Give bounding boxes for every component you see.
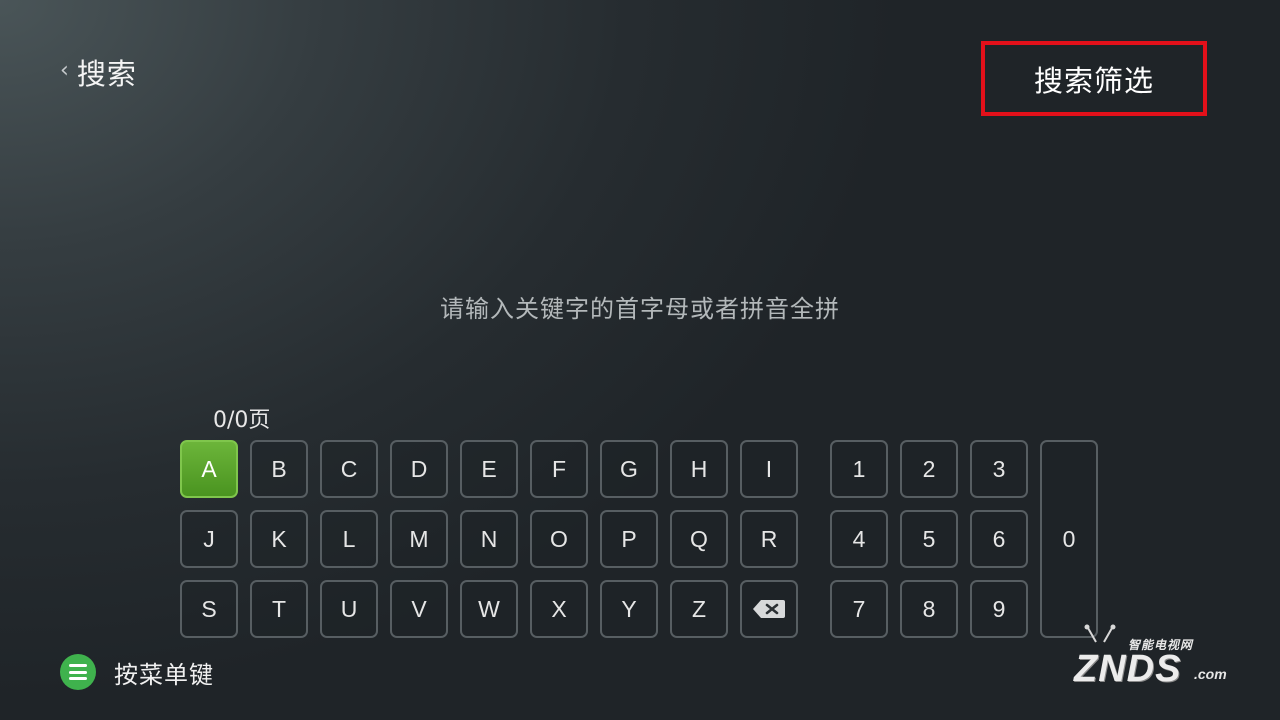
search-hint: 请输入关键字的首字母或者拼音全拼 bbox=[440, 295, 840, 323]
backspace-icon bbox=[753, 600, 785, 618]
menu-hint: 按菜单键 bbox=[60, 654, 214, 690]
key-2[interactable]: 2 bbox=[900, 440, 958, 498]
key-i[interactable]: I bbox=[740, 440, 798, 498]
chevron-left-icon: ‹ bbox=[60, 58, 69, 83]
key-6[interactable]: 6 bbox=[970, 510, 1028, 568]
watermark-domain: .com bbox=[1194, 666, 1227, 682]
key-5[interactable]: 5 bbox=[900, 510, 958, 568]
key-g[interactable]: G bbox=[600, 440, 658, 498]
key-n[interactable]: N bbox=[460, 510, 518, 568]
key-y[interactable]: Y bbox=[600, 580, 658, 638]
page-counter: 0/0页 bbox=[213, 408, 271, 433]
key-l[interactable]: L bbox=[320, 510, 378, 568]
key-4[interactable]: 4 bbox=[830, 510, 888, 568]
key-8[interactable]: 8 bbox=[900, 580, 958, 638]
key-c[interactable]: C bbox=[320, 440, 378, 498]
key-a[interactable]: A bbox=[180, 440, 238, 498]
back-button[interactable]: ‹ 搜索 bbox=[60, 52, 137, 92]
menu-icon bbox=[60, 654, 96, 690]
key-r[interactable]: R bbox=[740, 510, 798, 568]
key-b[interactable]: B bbox=[250, 440, 308, 498]
key-3[interactable]: 3 bbox=[970, 440, 1028, 498]
key-u[interactable]: U bbox=[320, 580, 378, 638]
search-filter-label: 搜索筛选 bbox=[1033, 63, 1154, 98]
key-1[interactable]: 1 bbox=[830, 440, 888, 498]
search-filter-button[interactable]: 搜索筛选 bbox=[981, 41, 1207, 116]
key-z[interactable]: Z bbox=[670, 580, 728, 638]
menu-hint-label: 按菜单键 bbox=[114, 660, 214, 689]
key-7[interactable]: 7 bbox=[830, 580, 888, 638]
key-0[interactable]: 0 bbox=[1040, 440, 1098, 638]
key-j[interactable]: J bbox=[180, 510, 238, 568]
watermark-brand: ZNDS bbox=[1074, 648, 1182, 690]
key-x[interactable]: X bbox=[530, 580, 588, 638]
page-title: 搜索 bbox=[76, 57, 137, 91]
key-p[interactable]: P bbox=[600, 510, 658, 568]
key-k[interactable]: K bbox=[250, 510, 308, 568]
key-e[interactable]: E bbox=[460, 440, 518, 498]
znds-watermark: 智能电视网 ZNDS .com bbox=[1068, 622, 1238, 692]
key-f[interactable]: F bbox=[530, 440, 588, 498]
key-v[interactable]: V bbox=[390, 580, 448, 638]
key-o[interactable]: O bbox=[530, 510, 588, 568]
key-w[interactable]: W bbox=[460, 580, 518, 638]
key-q[interactable]: Q bbox=[670, 510, 728, 568]
key-d[interactable]: D bbox=[390, 440, 448, 498]
backspace-key[interactable] bbox=[740, 580, 798, 638]
key-9[interactable]: 9 bbox=[970, 580, 1028, 638]
key-t[interactable]: T bbox=[250, 580, 308, 638]
key-h[interactable]: H bbox=[670, 440, 728, 498]
key-m[interactable]: M bbox=[390, 510, 448, 568]
key-s[interactable]: S bbox=[180, 580, 238, 638]
